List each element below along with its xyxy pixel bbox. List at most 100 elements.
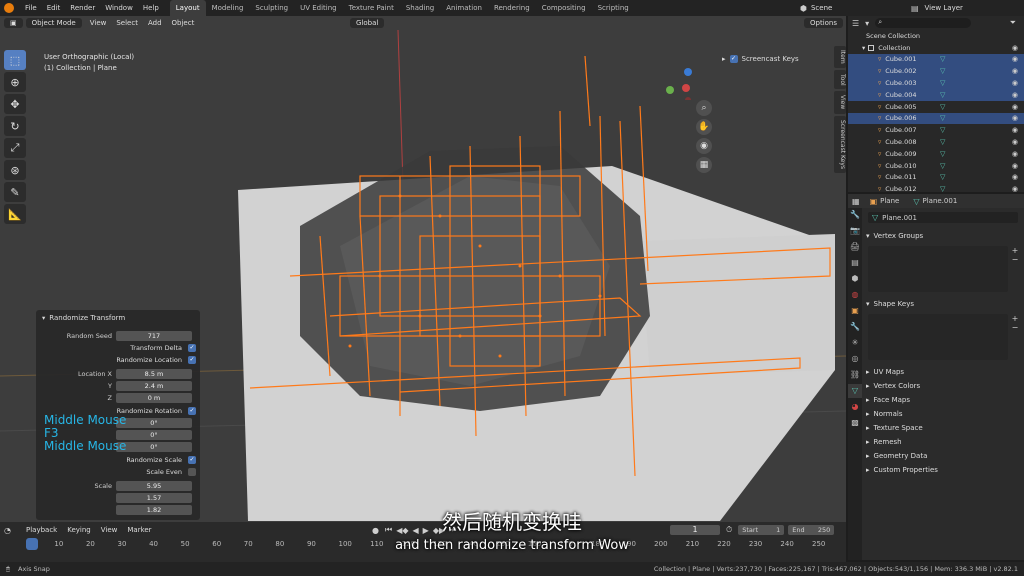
view-layer-tab-icon[interactable]: ▤ — [848, 256, 862, 270]
zoom-icon[interactable]: ⌕ — [696, 100, 712, 116]
outliner-object-row[interactable]: ▿ Cube.002 ▽ ◉ — [848, 65, 1024, 78]
outliner-object-row[interactable]: ▿ Cube.010 ▽ ◉ — [848, 160, 1024, 172]
randomize-scale-checkbox[interactable]: ✓ — [188, 455, 196, 464]
eye-icon[interactable]: ◉ — [1012, 44, 1018, 52]
side-tab-tool[interactable]: Tool — [834, 69, 846, 90]
props-section-header[interactable]: ▸ Geometry Data — [866, 450, 1022, 462]
screencast-checkbox[interactable]: ✓ — [729, 55, 738, 63]
collection-row[interactable]: ▾ Collection ◉ — [848, 42, 1024, 54]
editor-type-button[interactable]: ▣ — [4, 18, 23, 28]
physics-tab-icon[interactable]: ◎ — [848, 352, 862, 366]
mode-dropdown[interactable]: Object Mode — [25, 18, 82, 28]
view-layer-name[interactable]: View Layer — [925, 4, 963, 12]
props-section-header[interactable]: ▸ UV Maps — [866, 366, 1022, 378]
move-tool-icon[interactable]: ✥ — [4, 94, 26, 114]
menu-add[interactable]: Add — [143, 19, 167, 27]
rotation-z-field[interactable]: 0° — [116, 441, 192, 452]
eye-icon[interactable]: ◉ — [1012, 67, 1018, 75]
rotation-y-field[interactable]: 0° — [116, 429, 192, 440]
tab-layout[interactable]: Layout — [169, 0, 206, 16]
eye-icon[interactable]: ◉ — [1012, 103, 1018, 111]
side-tab-view[interactable]: View — [834, 91, 846, 114]
grid-view-icon[interactable]: ▦ — [696, 157, 712, 173]
props-editor-icon[interactable]: ▦ — [852, 197, 860, 206]
props-section-header[interactable]: ▸ Normals — [866, 408, 1022, 420]
constraints-tab-icon[interactable]: ⛓ — [848, 368, 862, 382]
eye-icon[interactable]: ◉ — [1012, 91, 1018, 99]
output-tab-icon[interactable]: 🖨 — [848, 240, 862, 254]
world-tab-icon[interactable]: ◍ — [848, 288, 862, 302]
mesh-data-icon[interactable]: ▽ — [940, 103, 945, 111]
camera-icon[interactable]: ◉ — [696, 138, 712, 154]
scale-even-checkbox[interactable] — [188, 467, 196, 476]
options-dropdown[interactable]: Options — [804, 18, 844, 28]
transform-delta-checkbox[interactable]: ✓ — [188, 343, 196, 352]
props-section-header[interactable]: ▸ Face Maps — [866, 394, 1022, 406]
shape-key-add-remove[interactable]: + − — [1010, 314, 1020, 338]
mesh-data-icon[interactable]: ▽ — [940, 173, 945, 181]
pan-hand-icon[interactable]: ✋ — [696, 119, 712, 135]
mesh-data-icon[interactable]: ▽ — [940, 55, 945, 63]
cursor-tool-icon[interactable]: ⊕ — [4, 72, 26, 92]
object-tab-icon[interactable]: ▣ — [848, 304, 862, 318]
menu-window[interactable]: Window — [100, 0, 138, 16]
side-tab-item[interactable]: Item — [834, 46, 846, 68]
mesh-name-field[interactable]: ▽ Plane.001 — [868, 212, 1018, 223]
outliner-object-row[interactable]: ▿ Cube.011 ▽ ◉ — [848, 172, 1024, 184]
navigation-gizmo[interactable] — [660, 60, 700, 100]
transform-tool-icon[interactable]: ⊛ — [4, 160, 26, 180]
menu-render[interactable]: Render — [65, 0, 100, 16]
mesh-breadcrumb[interactable]: Plane.001 — [922, 197, 957, 205]
scene-tab-icon[interactable]: ⬢ — [848, 272, 862, 286]
mesh-data-icon[interactable]: ▽ — [940, 138, 945, 146]
shape-keys-list[interactable] — [868, 314, 1008, 360]
scale-tool-icon[interactable]: ⤢ — [4, 138, 26, 158]
render-tab-icon[interactable]: 📷 — [848, 224, 862, 238]
eye-icon[interactable]: ◉ — [1012, 150, 1018, 158]
tab-sculpting[interactable]: Sculpting — [249, 0, 294, 16]
props-section-header[interactable]: ▸ Custom Properties — [866, 464, 1022, 476]
side-tab-screencast[interactable]: Screencast Keys — [834, 115, 846, 173]
tab-compositing[interactable]: Compositing — [536, 0, 592, 16]
panel-header[interactable]: ▾ Randomize Transform — [42, 314, 125, 322]
eye-icon[interactable]: ◉ — [1012, 114, 1018, 122]
random-seed-field[interactable]: 717 — [116, 330, 192, 341]
tab-animation[interactable]: Animation — [440, 0, 488, 16]
gizmo-x-axis[interactable] — [682, 84, 690, 92]
randomize-rotation-checkbox[interactable]: ✓ — [188, 406, 196, 415]
rotate-tool-icon[interactable]: ↻ — [4, 116, 26, 136]
location-y-field[interactable]: 2.4 m — [116, 380, 192, 391]
measure-tool-icon[interactable]: 📐 — [4, 204, 26, 224]
location-x-field[interactable]: 8.5 m — [116, 368, 192, 379]
shape-keys-header[interactable]: ▾ Shape Keys — [866, 298, 1022, 310]
outliner-object-row[interactable]: ▿ Cube.004 ▽ ◉ — [848, 88, 1024, 101]
material-tab-icon[interactable]: ◕ — [848, 400, 862, 414]
tab-shading[interactable]: Shading — [400, 0, 440, 16]
outliner-object-row[interactable]: ▿ Cube.006 ▽ ◉ — [848, 112, 1024, 125]
menu-edit[interactable]: Edit — [42, 0, 66, 16]
rotation-x-field[interactable]: 0° — [116, 417, 192, 428]
mesh-data-tab-icon[interactable]: ▽ — [848, 384, 862, 398]
object-breadcrumb[interactable]: Plane — [880, 197, 899, 205]
outliner-search-input[interactable]: ⌕ — [875, 18, 972, 28]
scene-icon[interactable]: ⬢ — [800, 4, 807, 13]
outliner-object-row[interactable]: ▿ Cube.003 ▽ ◉ — [848, 77, 1024, 89]
mesh-name-value[interactable]: Plane.001 — [882, 214, 917, 222]
tab-scripting[interactable]: Scripting — [592, 0, 635, 16]
location-z-field[interactable]: 0 m — [116, 392, 192, 403]
menu-select[interactable]: Select — [111, 19, 143, 27]
eye-icon[interactable]: ◉ — [1012, 173, 1018, 181]
expand-arrow-icon[interactable]: ▸ — [722, 55, 726, 63]
filter-icon[interactable]: ▾ — [865, 19, 869, 28]
outliner-object-row[interactable]: ▿ Cube.001 ▽ ◉ — [848, 53, 1024, 66]
menu-help[interactable]: Help — [138, 0, 164, 16]
gizmo-z-axis[interactable] — [684, 68, 692, 76]
texture-tab-icon[interactable]: ▩ — [848, 416, 862, 430]
funnel-icon[interactable]: ⏷ — [1010, 18, 1016, 28]
tab-modeling[interactable]: Modeling — [206, 0, 250, 16]
vertex-groups-list[interactable] — [868, 246, 1008, 292]
props-section-header[interactable]: ▸ Texture Space — [866, 422, 1022, 434]
orientation-dropdown[interactable]: Global — [350, 18, 385, 28]
mesh-data-icon[interactable]: ▽ — [940, 91, 945, 99]
mesh-data-icon[interactable]: ▽ — [940, 67, 945, 75]
